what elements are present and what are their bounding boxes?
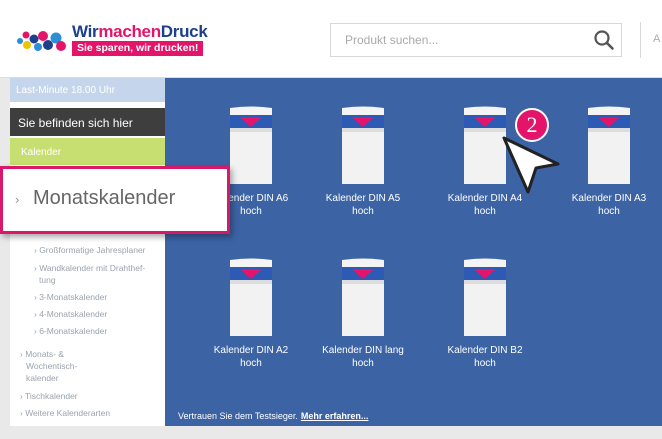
brand-logo[interactable]: WirmachenDruck Sie sparen, wir drucken! [14, 22, 244, 56]
brand-name-part: Druck [160, 22, 208, 41]
wall-calendar-icon [230, 106, 272, 184]
product-tile[interactable]: Kalender DIN A5 hoch [308, 106, 418, 218]
product-label: Kalender DIN B2 [447, 345, 523, 356]
breadcrumb-header: Sie befinden sich hier [10, 108, 165, 136]
product-tile[interactable]: Kalender DIN A3 hoch [554, 106, 662, 218]
wall-calendar-icon [342, 106, 384, 184]
product-tile[interactable]: Kalender DIN lang hoch [308, 258, 418, 370]
wall-calendar-icon [588, 106, 630, 184]
product-label-sub: hoch [598, 206, 620, 217]
wall-calendar-icon [464, 258, 506, 336]
product-tile[interactable]: Kalender DIN A2 hoch [196, 258, 306, 370]
sidebar-item-kalender[interactable]: Kalender [10, 138, 165, 165]
product-label-sub: hoch [474, 358, 496, 369]
sidebar-item-continued[interactable]: kalender [26, 373, 166, 384]
mouse-pointer-icon [502, 136, 560, 194]
brand-name-part: Wir [72, 22, 99, 41]
sidebar-item-weitere[interactable]: › Weitere Kalenderarten [20, 408, 160, 419]
product-label-sub: hoch [474, 206, 496, 217]
site-header: WirmachenDruck Sie sparen, wir drucken! … [0, 0, 662, 78]
sidebar-subitem[interactable]: › Wandkalender mit Drahthef- [34, 263, 162, 274]
sidebar-item-tischkalender[interactable]: › Tischkalender [20, 391, 160, 402]
product-label-sub: hoch [240, 358, 262, 369]
callout-label: Monatskalender [33, 187, 176, 209]
learn-more-link[interactable]: Mehr erfahren... [301, 411, 369, 421]
chevron-right-icon: › [15, 192, 20, 207]
trust-note: Vertrauen Sie dem Testsieger. Mehr erfahr… [178, 411, 368, 421]
monatskalender-callout[interactable]: › Monatskalender [0, 166, 230, 234]
search-box [330, 23, 622, 57]
sidebar-subitem[interactable]: › 4-Monatskalender [34, 309, 162, 320]
product-tile[interactable]: Kalender DIN B2 hoch [430, 258, 540, 370]
header-divider [640, 22, 641, 58]
search-icon[interactable] [593, 29, 615, 51]
product-label: Kalender DIN lang [322, 345, 404, 356]
product-grid: Kalender DIN A6 hoch Kalender DIN A5 hoc… [165, 78, 662, 426]
last-minute-banner[interactable]: Last-Minute 18.00 Uhr [10, 78, 165, 102]
category-sidebar: Last-Minute 18.00 Uhr Sie befinden sich … [10, 78, 165, 426]
sidebar-subitem-continued[interactable]: tung [39, 275, 167, 286]
product-label: Kalender DIN A2 [213, 345, 289, 356]
search-input[interactable] [331, 24, 581, 56]
wall-calendar-icon [342, 258, 384, 336]
product-label-sub: hoch [352, 358, 374, 369]
sidebar-subitem[interactable]: › Großformatige Jahresplaner [34, 245, 162, 256]
product-label-sub: hoch [352, 206, 374, 217]
wall-calendar-icon [230, 258, 272, 336]
sidebar-subitem[interactable]: › 3-Monatskalender [34, 292, 162, 303]
trust-text: Vertrauen Sie dem Testsieger. [178, 411, 298, 421]
product-label: Kalender DIN A5 [325, 193, 401, 204]
brand-name: WirmachenDruck [72, 22, 208, 42]
header-account-link[interactable]: A [653, 33, 660, 45]
page-bottom-strip [0, 426, 662, 439]
brand-tagline: Sie sparen, wir drucken! [72, 41, 204, 56]
product-label: Kalender DIN A3 [571, 193, 647, 204]
logo-dots-icon [17, 31, 66, 51]
sidebar-subitem[interactable]: › 6-Monatskalender [34, 326, 162, 337]
brand-name-part: machen [98, 22, 161, 41]
sidebar-item[interactable]: › Monats- & [20, 349, 160, 360]
sidebar-item-continued[interactable]: Wochentisch- [26, 361, 166, 372]
